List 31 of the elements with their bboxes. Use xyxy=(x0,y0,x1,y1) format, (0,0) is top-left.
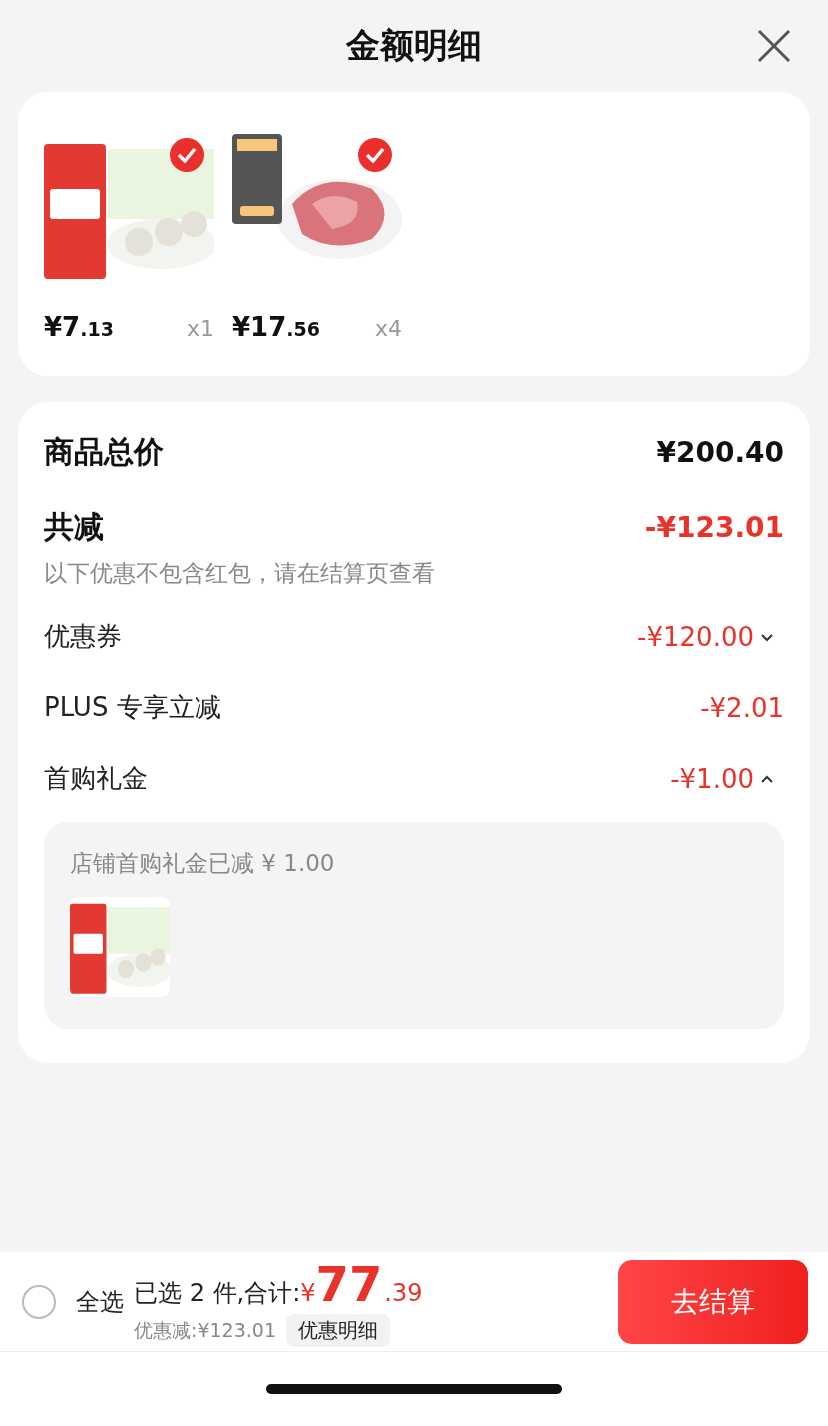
currency-sign: ¥ xyxy=(300,1279,316,1307)
total-decimal: .39 xyxy=(384,1279,423,1307)
detail-text: 店铺首购礼金已减 ¥ 1.00 xyxy=(70,849,336,878)
select-all-label[interactable]: 全选 xyxy=(76,1285,124,1318)
checkmark-icon[interactable] xyxy=(358,138,392,172)
total-label: 商品总价 xyxy=(44,433,164,471)
discount-label: PLUS 专享立减 xyxy=(44,691,221,724)
item-quantity: x1 xyxy=(186,316,214,341)
total-amount: 77 xyxy=(315,1256,383,1312)
discount-total: 优惠减:¥123.01 xyxy=(134,1317,276,1343)
chevron-up-icon[interactable] xyxy=(760,773,774,784)
checkmark-icon[interactable] xyxy=(170,138,204,172)
discount-detail-button[interactable]: 优惠明细 xyxy=(286,1314,390,1347)
discount-value: -¥2.01 xyxy=(700,692,784,723)
close-icon[interactable] xyxy=(756,28,792,64)
item-price: ¥17.56 xyxy=(232,312,320,342)
reduction-value: -¥123.01 xyxy=(644,511,784,544)
page-title: 金额明细 xyxy=(346,24,482,67)
discount-value: -¥120.00 xyxy=(637,621,754,652)
reduction-label: 共减 xyxy=(44,508,104,546)
item-quantity: x4 xyxy=(374,316,402,341)
discount-label: 首购礼金 xyxy=(44,762,148,795)
selected-summary: 已选 2 件,合计: xyxy=(134,1278,301,1309)
note-text: 以下优惠不包含红包，请在结算页查看 xyxy=(44,559,436,588)
discount-label: 优惠券 xyxy=(44,620,122,653)
discount-value: -¥1.00 xyxy=(670,763,754,794)
chevron-down-icon[interactable] xyxy=(760,631,774,642)
checkout-button[interactable]: 去结算 xyxy=(618,1259,808,1344)
select-all-radio[interactable] xyxy=(22,1284,56,1319)
item-price: ¥7.13 xyxy=(44,312,114,342)
total-value: ¥200.40 xyxy=(656,436,784,469)
